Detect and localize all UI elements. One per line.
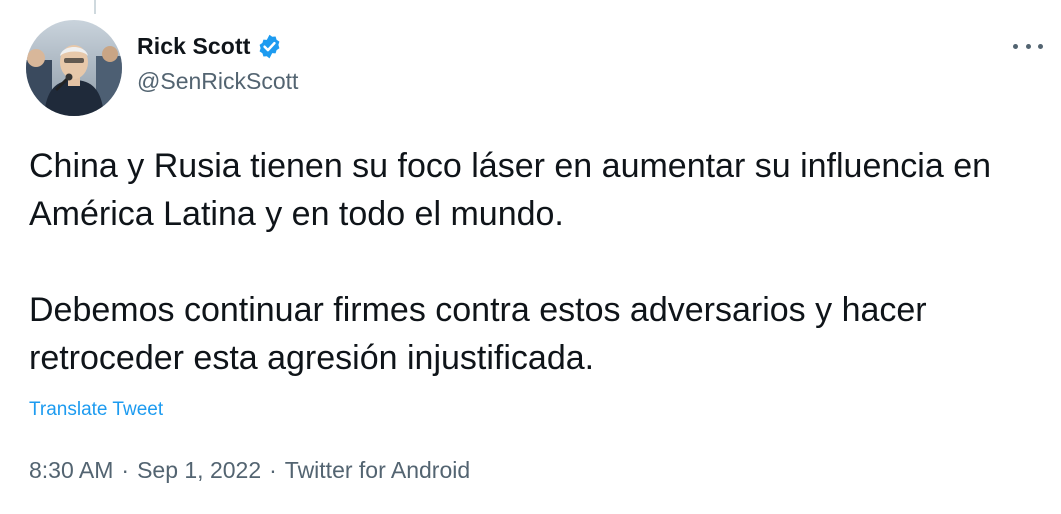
tweet-paragraph: Debemos continuar firmes contra estos ad… xyxy=(29,291,927,377)
thread-connector-line xyxy=(94,0,96,14)
verified-badge-icon xyxy=(260,34,280,58)
author-handle[interactable]: @SenRickScott xyxy=(137,68,298,95)
more-dot xyxy=(1038,43,1043,49)
tweet-time[interactable]: 8:30 AM xyxy=(29,457,113,483)
author-name-row: Rick Scott xyxy=(137,30,298,62)
meta-separator: · xyxy=(121,457,130,483)
tweet-date[interactable]: Sep 1, 2022 xyxy=(137,457,261,483)
more-dot xyxy=(1025,43,1031,49)
meta-separator: · xyxy=(269,457,277,483)
tweet-source[interactable]: Twitter for Android xyxy=(285,457,470,483)
tweet-paragraph: China y Rusia tienen su foco láser en au… xyxy=(29,147,992,233)
translate-tweet-link[interactable]: Translate Tweet xyxy=(29,399,163,421)
avatar[interactable] xyxy=(26,20,122,116)
more-dot xyxy=(1013,43,1018,49)
author-block: Rick Scott @SenRickScott xyxy=(137,30,298,95)
more-options-icon[interactable] xyxy=(1013,36,1043,56)
author-name[interactable]: Rick Scott xyxy=(137,33,250,60)
profile-photo-icon xyxy=(26,20,122,116)
tweet-text: China y Rusia tienen su foco láser en au… xyxy=(29,142,1039,382)
tweet-metadata: 8:30 AM · Sep 1, 2022 · Twitter for Android xyxy=(29,457,470,484)
